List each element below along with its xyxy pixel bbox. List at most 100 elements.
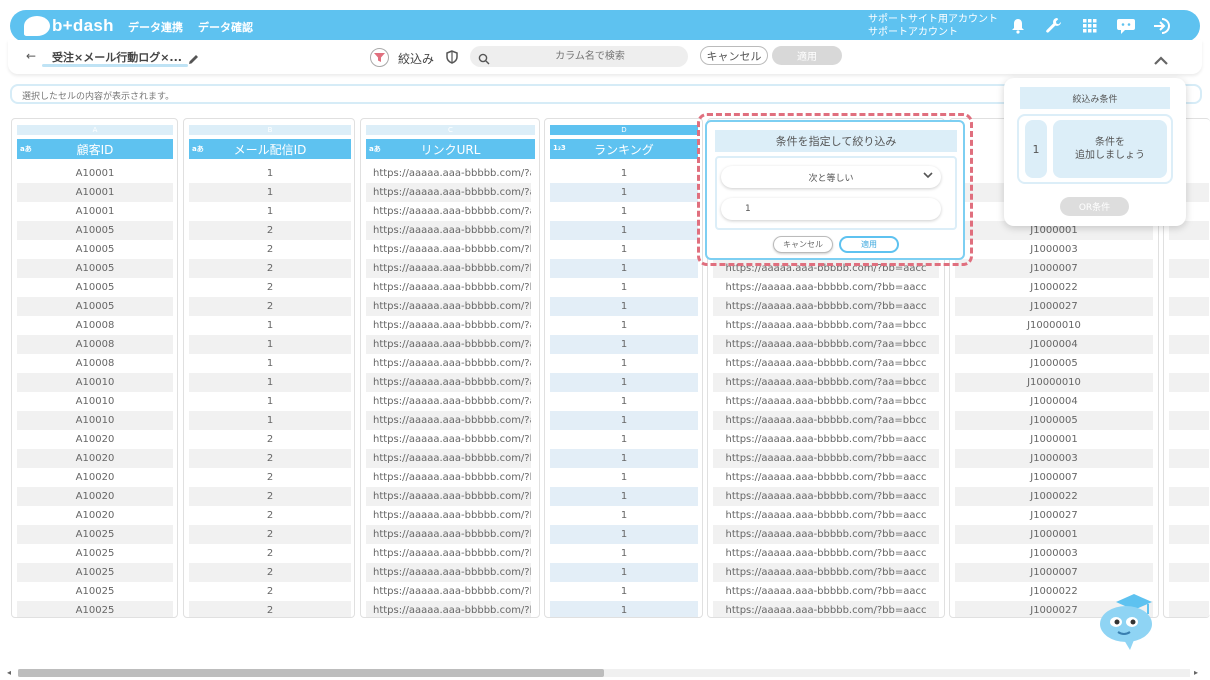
table-cell[interactable] <box>1169 449 1209 468</box>
table-cell[interactable]: A10001 <box>17 183 173 202</box>
mascot-icon[interactable] <box>1098 592 1160 656</box>
column-header[interactable]: 1₂3 ランキング <box>550 139 698 159</box>
table-cell[interactable]: https://aaaaa.aaa-bbbbb.com/?bb... <box>366 601 531 617</box>
table-cell[interactable]: J1000007 <box>955 259 1153 278</box>
support-account[interactable]: サポートサイト用アカウント サポートアカウント <box>868 13 998 39</box>
popup-cancel-button[interactable]: キャンセル <box>773 236 833 253</box>
table-cell[interactable]: https://aaaaa.aaa-bbbbb.com/?bb=aacc <box>713 506 939 525</box>
or-condition-button[interactable]: OR条件 <box>1060 197 1129 216</box>
table-cell[interactable]: J1000005 <box>955 411 1153 430</box>
table-cell[interactable]: https://aaaaa.aaa-bbbbb.com/?aa... <box>366 411 531 430</box>
table-cell[interactable]: 2 <box>189 468 351 487</box>
table-cell[interactable]: J1000027 <box>955 506 1153 525</box>
table-cell[interactable]: https://aaaaa.aaa-bbbbb.com/?aa=bbcc <box>713 316 939 335</box>
table-cell[interactable]: 2 <box>189 563 351 582</box>
table-cell[interactable]: A10001 <box>17 202 173 221</box>
table-cell[interactable]: 1 <box>550 468 698 487</box>
table-cell[interactable]: 2 <box>189 278 351 297</box>
back-arrow-icon[interactable]: ← <box>26 49 36 63</box>
table-cell[interactable]: 2 <box>189 582 351 601</box>
table-cell[interactable]: A10005 <box>17 221 173 240</box>
table-cell[interactable]: 1 <box>550 183 698 202</box>
table-cell[interactable]: 1 <box>550 221 698 240</box>
table-cell[interactable] <box>1169 335 1209 354</box>
table-cell[interactable]: https://aaaaa.aaa-bbbbb.com/?aa... <box>366 354 531 373</box>
table-cell[interactable]: J1000022 <box>955 278 1153 297</box>
table-cell[interactable]: J1000007 <box>955 563 1153 582</box>
table-cell[interactable]: https://aaaaa.aaa-bbbbb.com/?aa=bbcc <box>713 392 939 411</box>
table-cell[interactable] <box>1169 297 1209 316</box>
table-cell[interactable]: 1 <box>550 525 698 544</box>
table-cell[interactable]: https://aaaaa.aaa-bbbbb.com/?bb=aacc <box>713 563 939 582</box>
table-cell[interactable]: J1000001 <box>955 525 1153 544</box>
popup-apply-button[interactable]: 適用 <box>839 236 899 253</box>
table-cell[interactable]: A10001 <box>17 164 173 183</box>
table-cell[interactable]: 1 <box>189 392 351 411</box>
table-cell[interactable]: 1 <box>550 601 698 617</box>
column-header[interactable]: aあ メール配信ID <box>189 139 351 159</box>
table-cell[interactable] <box>1169 525 1209 544</box>
table-cell[interactable]: https://aaaaa.aaa-bbbbb.com/?bb... <box>366 525 531 544</box>
table-cell[interactable] <box>1169 601 1209 617</box>
table-cell[interactable]: A10005 <box>17 297 173 316</box>
table-cell[interactable]: https://aaaaa.aaa-bbbbb.com/?bb... <box>366 297 531 316</box>
table-cell[interactable]: A10020 <box>17 449 173 468</box>
table-cell[interactable]: 2 <box>189 297 351 316</box>
table-cell[interactable]: A10008 <box>17 335 173 354</box>
table-cell[interactable]: https://aaaaa.aaa-bbbbb.com/?bb=aacc <box>713 544 939 563</box>
table-cell[interactable]: 2 <box>189 506 351 525</box>
table-cell[interactable]: A10010 <box>17 373 173 392</box>
scroll-right-icon[interactable]: ▸ <box>1194 668 1198 677</box>
column-header[interactable]: aあ 顧客ID <box>17 139 173 159</box>
table-cell[interactable]: A10025 <box>17 525 173 544</box>
nav-data-check[interactable]: データ確認 <box>198 19 253 35</box>
shield-icon[interactable] <box>446 49 458 68</box>
table-cell[interactable]: A10010 <box>17 411 173 430</box>
table-cell[interactable] <box>1169 468 1209 487</box>
table-cell[interactable] <box>1169 354 1209 373</box>
table-cell[interactable]: 1 <box>189 373 351 392</box>
table-cell[interactable]: https://aaaaa.aaa-bbbbb.com/?bb=aacc <box>713 430 939 449</box>
add-condition-message[interactable]: 条件を 追加しましょう <box>1053 120 1167 178</box>
table-cell[interactable]: J1000003 <box>955 544 1153 563</box>
table-cell[interactable]: 2 <box>189 525 351 544</box>
table-cell[interactable]: 1 <box>189 411 351 430</box>
table-cell[interactable]: https://aaaaa.aaa-bbbbb.com/?aa... <box>366 164 531 183</box>
table-cell[interactable]: https://aaaaa.aaa-bbbbb.com/?bb... <box>366 278 531 297</box>
chat-bot-icon[interactable] <box>1116 16 1136 36</box>
table-cell[interactable]: https://aaaaa.aaa-bbbbb.com/?aa=bbcc <box>713 411 939 430</box>
table-cell[interactable]: 1 <box>550 316 698 335</box>
table-cell[interactable]: https://aaaaa.aaa-bbbbb.com/?aa... <box>366 316 531 335</box>
table-cell[interactable]: J10000010 <box>955 373 1153 392</box>
table-cell[interactable]: https://aaaaa.aaa-bbbbb.com/?aa=bbcc <box>713 335 939 354</box>
bell-icon[interactable] <box>1008 16 1028 36</box>
table-cell[interactable]: https://aaaaa.aaa-bbbbb.com/?bb... <box>366 221 531 240</box>
table-cell[interactable]: J1000003 <box>955 240 1153 259</box>
search-input[interactable] <box>500 46 680 67</box>
filter-label[interactable]: 絞込み <box>398 50 434 67</box>
table-cell[interactable]: A10020 <box>17 430 173 449</box>
table-cell[interactable]: J1000004 <box>955 335 1153 354</box>
cancel-button[interactable]: キャンセル <box>700 46 768 65</box>
table-cell[interactable]: https://aaaaa.aaa-bbbbb.com/?bb=aacc <box>713 525 939 544</box>
table-cell[interactable]: https://aaaaa.aaa-bbbbb.com/?bb=aacc <box>713 278 939 297</box>
table-cell[interactable]: 1 <box>189 354 351 373</box>
table-cell[interactable]: 1 <box>550 202 698 221</box>
table-cell[interactable]: https://aaaaa.aaa-bbbbb.com/?bb... <box>366 506 531 525</box>
table-cell[interactable] <box>1169 430 1209 449</box>
table-cell[interactable]: A10025 <box>17 601 173 617</box>
column-letter[interactable]: C <box>366 125 535 135</box>
table-cell[interactable]: A10025 <box>17 582 173 601</box>
table-cell[interactable] <box>1169 506 1209 525</box>
table-cell[interactable]: J1000001 <box>955 430 1153 449</box>
table-cell[interactable] <box>1169 563 1209 582</box>
column-letter[interactable]: B <box>189 125 351 135</box>
table-cell[interactable]: 1 <box>189 316 351 335</box>
table-cell[interactable]: https://aaaaa.aaa-bbbbb.com/?bb... <box>366 544 531 563</box>
column-letter[interactable]: D <box>550 125 698 135</box>
scroll-thumb[interactable] <box>18 669 604 677</box>
table-cell[interactable]: 1 <box>550 563 698 582</box>
table-cell[interactable]: J1000022 <box>955 487 1153 506</box>
table-cell[interactable]: 1 <box>189 202 351 221</box>
table-cell[interactable]: 1 <box>550 487 698 506</box>
